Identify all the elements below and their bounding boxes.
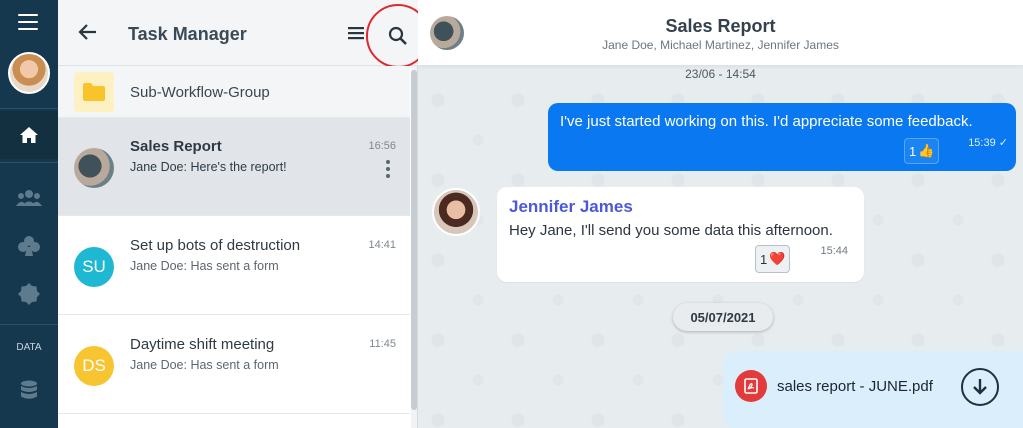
download-button[interactable] <box>961 368 999 406</box>
gear-badge-icon <box>18 283 40 305</box>
pdf-file-icon <box>735 370 767 402</box>
incoming-message[interactable]: Jennifer James Hey Jane, I'll send you s… <box>497 187 864 282</box>
nav-database[interactable] <box>0 366 58 414</box>
reaction-count: 1 <box>760 251 768 267</box>
message-timestamp: 23/06 - 14:54 <box>685 67 756 81</box>
back-arrow-icon[interactable] <box>78 22 98 42</box>
nav-club[interactable] <box>0 222 58 270</box>
download-arrow-icon <box>973 379 987 395</box>
database-icon <box>21 380 37 399</box>
scrollbar-thumb[interactable] <box>411 70 417 410</box>
reaction-badge[interactable]: 1 👍 <box>904 138 940 164</box>
chat-name: Set up bots of destruction <box>130 237 301 254</box>
chat-area: Sales Report Jane Doe, Michael Martinez,… <box>418 0 1023 428</box>
rail-divider <box>0 108 58 109</box>
hamburger-menu-icon[interactable] <box>18 14 38 30</box>
chat-time: 14:41 <box>368 239 396 251</box>
list-item[interactable]: SU Set up bots of destruction Jane Doe: … <box>58 217 410 315</box>
data-section-label: DATA <box>16 342 42 353</box>
reaction-count: 1 <box>909 143 917 159</box>
check-icon: ✓ <box>998 137 1008 149</box>
thumbs-up-icon: 👍 <box>918 143 935 158</box>
conversation-list-panel: Task Manager Sub-Workflow-Group Sales Re… <box>58 0 430 428</box>
heart-icon: ❤️ <box>769 251 786 266</box>
list-title: Task Manager <box>128 24 247 44</box>
people-icon <box>16 190 42 206</box>
chat-time: 16:56 <box>368 140 396 152</box>
list-scrollbar[interactable] <box>411 66 417 428</box>
avatar: DS <box>74 346 114 386</box>
workflow-group-row[interactable]: Sub-Workflow-Group <box>58 66 410 118</box>
group-label: Sub-Workflow-Group <box>130 84 270 101</box>
chat-preview: Jane Doe: Has sent a form <box>130 358 279 372</box>
message-meta: 15:39 ✓ <box>968 136 1008 149</box>
more-vertical-icon[interactable] <box>386 160 390 181</box>
list-item[interactable]: Sales Report Jane Doe: Here's the report… <box>58 118 410 216</box>
rail-divider <box>0 324 58 325</box>
chat-name: Daytime shift meeting <box>130 336 275 353</box>
avatar <box>74 148 114 188</box>
folder-icon <box>74 72 114 112</box>
sender-name: Jennifer James <box>509 197 633 216</box>
avatar: SU <box>74 247 114 287</box>
nav-home[interactable] <box>0 111 58 159</box>
home-icon <box>20 127 38 143</box>
app-rail: DATA <box>0 0 58 428</box>
message-time: 15:39 <box>968 137 996 149</box>
chat-header[interactable]: Sales Report Jane Doe, Michael Martinez,… <box>418 0 1023 66</box>
message-time: 15:44 <box>820 245 848 257</box>
nav-settings[interactable] <box>0 270 58 318</box>
message-text: I've just started working on this. I'd a… <box>560 113 973 130</box>
list-menu-icon[interactable] <box>348 27 364 40</box>
club-icon <box>18 236 40 256</box>
date-divider: 05/07/2021 <box>673 303 773 331</box>
file-name[interactable]: sales report - JUNE.pdf <box>777 378 933 395</box>
reaction-badge[interactable]: 1 ❤️ <box>755 245 791 273</box>
nav-people[interactable] <box>0 174 58 222</box>
file-message[interactable]: sales report - JUNE.pdf <box>723 351 1023 428</box>
chat-preview: Jane Doe: Has sent a form <box>130 259 279 273</box>
chat-title: Sales Report <box>665 16 776 36</box>
user-avatar[interactable] <box>8 52 50 94</box>
sender-avatar[interactable] <box>432 188 480 236</box>
chat-name: Sales Report <box>130 138 222 155</box>
participants-list: Jane Doe, Michael Martinez, Jennifer Jam… <box>602 38 839 52</box>
list-header: Task Manager <box>58 0 430 68</box>
message-text: Hey Jane, I'll send you some data this a… <box>509 222 833 239</box>
outgoing-message[interactable]: I've just started working on this. I'd a… <box>548 103 1016 171</box>
chat-time: 11:45 <box>369 338 396 350</box>
rail-divider <box>0 162 58 163</box>
search-icon <box>388 26 407 45</box>
list-item[interactable]: DS Daytime shift meeting Jane Doe: Has s… <box>58 316 410 414</box>
chat-preview: Jane Doe: Here's the report! <box>130 160 287 174</box>
